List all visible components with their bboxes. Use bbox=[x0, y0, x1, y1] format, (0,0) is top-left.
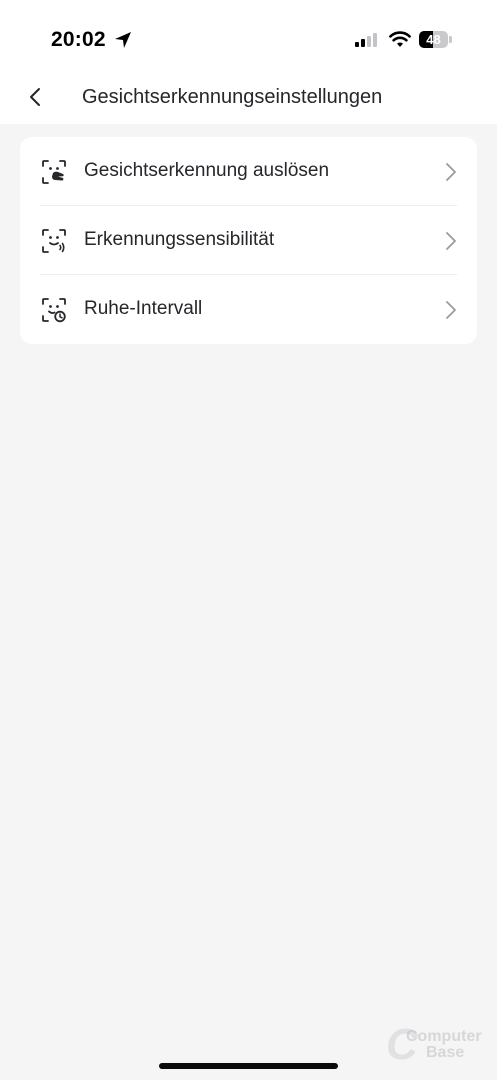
computerbase-watermark: C Computer Base bbox=[386, 1020, 486, 1069]
back-button[interactable] bbox=[20, 82, 52, 112]
watermark-line2: Base bbox=[426, 1044, 465, 1061]
location-arrow-icon bbox=[115, 32, 131, 48]
status-bar: 20:02 48 bbox=[0, 0, 497, 70]
battery-level: 48 bbox=[426, 32, 441, 47]
settings-card: Gesichtserkennung auslösen Erkennungssen… bbox=[20, 137, 477, 344]
cellular-signal-icon bbox=[355, 33, 377, 47]
chevron-right-icon bbox=[446, 163, 456, 181]
settings-item-label: Gesichtserkennung auslösen bbox=[84, 160, 330, 181]
battery-cap bbox=[449, 36, 452, 43]
home-indicator[interactable] bbox=[159, 1063, 338, 1069]
settings-item-rest-interval[interactable]: Ruhe-Intervall bbox=[20, 275, 477, 344]
chevron-left-icon bbox=[30, 88, 40, 106]
face-scan-signal-icon bbox=[42, 229, 66, 253]
settings-item-detection-sensitivity[interactable]: Erkennungssensibilität bbox=[20, 206, 477, 275]
page-title: Gesichtserkennungseinstellungen bbox=[82, 86, 383, 108]
status-time: 20:02 bbox=[51, 28, 106, 51]
battery-body: 48 bbox=[419, 31, 448, 48]
wifi-icon bbox=[389, 31, 411, 47]
face-scan-hand-icon bbox=[42, 160, 66, 184]
chevron-right-icon bbox=[446, 301, 456, 319]
battery-indicator: 48 bbox=[419, 31, 453, 48]
settings-item-label: Erkennungssensibilität bbox=[84, 229, 275, 250]
chevron-right-icon bbox=[446, 232, 456, 250]
header: 20:02 48 Gesichtserkennungseinstellungen bbox=[0, 0, 497, 124]
settings-item-trigger-face-recognition[interactable]: Gesichtserkennung auslösen bbox=[20, 137, 477, 206]
settings-item-label: Ruhe-Intervall bbox=[84, 298, 203, 319]
nav-bar: Gesichtserkennungseinstellungen bbox=[0, 70, 497, 124]
face-scan-clock-icon bbox=[42, 298, 66, 323]
